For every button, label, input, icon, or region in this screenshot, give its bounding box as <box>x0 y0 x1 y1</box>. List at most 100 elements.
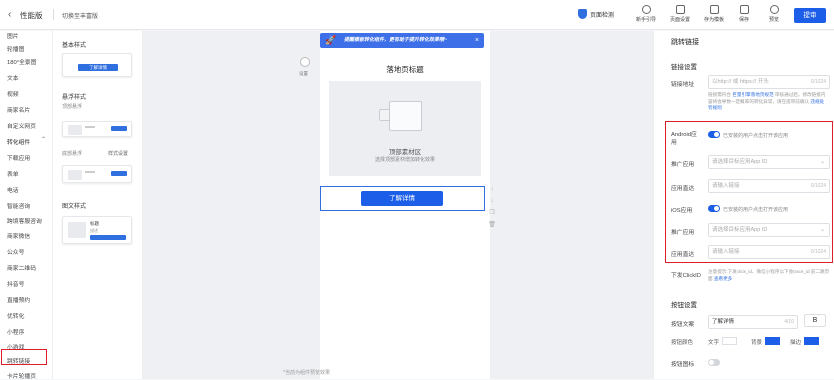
nav-item-panorama[interactable]: 180°全景图 <box>7 57 36 66</box>
app-direct-input[interactable]: 请输入链接 0/1024 <box>708 179 830 193</box>
nav-item-qrcode[interactable]: 商家二维码 <box>7 263 36 272</box>
button-text-value: 了解详情 <box>712 319 735 325</box>
style-option-label[interactable]: 样式设置 <box>108 150 128 157</box>
settings-icon <box>675 5 685 14</box>
cta-button[interactable]: 了解详情 <box>361 191 443 206</box>
image-placeholder-icon <box>389 101 422 131</box>
help-circle-icon <box>641 5 651 14</box>
bold-button[interactable]: B <box>804 314 826 327</box>
text-color-swatch[interactable] <box>722 337 737 345</box>
basic-style-card[interactable]: 了解详情 <box>62 53 132 77</box>
button-text-input[interactable]: 了解详情 4/10 <box>708 315 798 329</box>
divider <box>53 9 54 20</box>
nav-item-wechat[interactable]: 商家微信 <box>7 231 30 240</box>
nav-item-download-app[interactable]: 下载应用 <box>7 153 30 162</box>
promote-app-select[interactable]: 请选择目标应用App ID ⌄ <box>708 155 830 169</box>
nav-item-official-account[interactable]: 公众号 <box>7 247 24 256</box>
top-material-area[interactable]: 顶部素材区 选择顶部素材增加转化效果 <box>329 81 481 176</box>
nav-item-text[interactable]: 文本 <box>7 73 19 82</box>
nav-item-video[interactable]: 视频 <box>7 89 19 98</box>
link-address-input[interactable]: 以http:// 或 https:// 开头 0/1024 <box>708 75 830 89</box>
image-text-style-title: 图文样式 <box>62 204 87 210</box>
clickid-hint: 注意提示:下发click_id、微信小程序以下会trace_id 前二跳页面 查… <box>708 269 830 282</box>
button-icon-label: 按钮图标 <box>671 362 695 368</box>
switch-mode-link[interactable]: 切换至丰富版 <box>62 11 98 20</box>
ios-app-label: iOS应用 <box>671 208 693 214</box>
mini-line <box>85 171 95 173</box>
nav-item-mini-program[interactable]: 小程序 <box>7 327 24 336</box>
nav-item-form[interactable]: 表单 <box>7 169 19 178</box>
link-address-count: 0/1024 <box>810 79 826 85</box>
button-text-count: 4/10 <box>784 319 794 325</box>
gear-icon[interactable] <box>300 57 310 67</box>
link-hint-link[interactable]: 巨量引擎落地页规范 <box>732 92 773 97</box>
nav-item-business-card[interactable]: 商家名片 <box>7 105 30 114</box>
arrow-down-icon[interactable]: ↓ <box>488 198 496 204</box>
page-detect-button[interactable]: 页面检测 <box>578 9 614 19</box>
arrow-up-icon[interactable]: ↑ <box>488 187 496 193</box>
thumbnail <box>68 170 82 180</box>
ios-toggle[interactable] <box>708 205 720 212</box>
settings-panel: 跳转链接 链接设置 链接地址 以http:// 或 https:// 开头 0/… <box>653 31 834 379</box>
bg-color-swatch[interactable] <box>765 337 780 345</box>
android-toggle[interactable] <box>708 131 720 138</box>
app-direct-ios-placeholder: 请输入链接 <box>712 249 740 255</box>
promote-app-ios-label: 推广应用 <box>671 230 695 236</box>
promote-app-ios-select[interactable]: 请选择目标应用App ID ⌄ <box>708 223 830 237</box>
guide-label: 新手引导 <box>635 17 656 23</box>
template-icon <box>709 5 719 14</box>
preview-button[interactable]: 预览 <box>761 5 787 23</box>
material-title: 顶部素材区 <box>388 149 422 156</box>
mini-button <box>111 171 127 176</box>
mini-button <box>90 235 126 240</box>
save-button[interactable]: 保存 <box>731 5 757 23</box>
tip-banner: 🚀 提醒模板转化组件，更有助于提升转化效果哦~ × <box>320 33 484 48</box>
bottom-float-card[interactable] <box>62 165 132 183</box>
border-color-swatch[interactable] <box>804 337 819 345</box>
nav-item-phone[interactable]: 电话 <box>7 185 19 194</box>
nav-group-conversion[interactable]: 转化组件 <box>7 137 30 146</box>
editor-canvas: 设置 🚀 提醒模板转化组件，更有助于提升转化效果哦~ × 落地页标题 顶部素材区… <box>143 31 653 379</box>
chevron-up-icon[interactable]: ⌃ <box>41 136 46 143</box>
save-icon <box>739 5 749 14</box>
chevron-left-icon[interactable]: ‹ <box>8 9 11 20</box>
bottom-float-label: 底部悬浮 <box>62 151 83 157</box>
nav-item-custom-webpage[interactable]: 自定义网页 <box>7 121 36 130</box>
button-text-label: 按钮文案 <box>671 322 695 328</box>
guide-button[interactable]: 新手引导 <box>633 5 659 23</box>
copy-icon[interactable]: ❐ <box>488 209 496 216</box>
app-direct-ios-label: 应用直达 <box>671 252 695 258</box>
app-direct-ios-input[interactable]: 请输入链接 0/1024 <box>708 245 830 259</box>
save-template-button[interactable]: 存为模板 <box>701 5 727 23</box>
trash-icon[interactable]: 🗑 <box>488 221 496 228</box>
basic-style-button-preview: 了解详情 <box>78 64 118 71</box>
landing-page-title[interactable]: 落地页标题 <box>320 64 490 75</box>
nav-item-optimize[interactable]: 优转化 <box>7 311 24 320</box>
android-toggle-text: 已安装的用户点击打开该应用 <box>723 133 789 139</box>
save-label: 保存 <box>738 17 749 23</box>
nav-item-image[interactable]: 图片 <box>7 31 19 40</box>
mini-button <box>111 126 127 131</box>
submit-button[interactable]: 提审 <box>794 8 826 23</box>
tip-banner-text: 提醒模板转化组件，更有助于提升转化效果哦~ <box>344 37 447 43</box>
app-direct-label: 应用直达 <box>671 186 695 192</box>
eye-icon <box>769 5 779 14</box>
selected-component[interactable]: 了解详情 <box>320 186 485 211</box>
nav-item-douyin[interactable]: 抖音号 <box>7 279 24 288</box>
image-text-card[interactable]: 标题 描述 <box>62 216 132 244</box>
close-icon[interactable]: × <box>475 33 479 48</box>
nav-item-smart-consult[interactable]: 智能咨询 <box>7 201 30 210</box>
chevron-down-icon: ⌄ <box>819 227 825 233</box>
top-bar: ‹ 性能版 切换至丰富版 页面检测 新手引导 页面设置 存为模板 保存 预览 提… <box>0 0 834 30</box>
clickid-more-link[interactable]: 查看更多 <box>714 276 732 281</box>
button-icon-toggle[interactable] <box>708 359 720 366</box>
color-text-label: 文字 <box>708 340 720 346</box>
page-settings-button[interactable]: 页面设置 <box>667 5 693 23</box>
nav-item-cross-border[interactable]: 跨境客服咨询 <box>7 216 42 225</box>
top-float-card[interactable] <box>62 121 132 137</box>
nav-item-carousel[interactable]: 轮播图 <box>7 44 24 53</box>
link-settings-title: 链接设置 <box>671 64 697 71</box>
nav-item-live[interactable]: 直播预约 <box>7 295 30 304</box>
float-style-title: 悬浮样式 <box>62 95 87 101</box>
material-subtitle: 选择顶部素材增加转化效果 <box>374 157 435 163</box>
